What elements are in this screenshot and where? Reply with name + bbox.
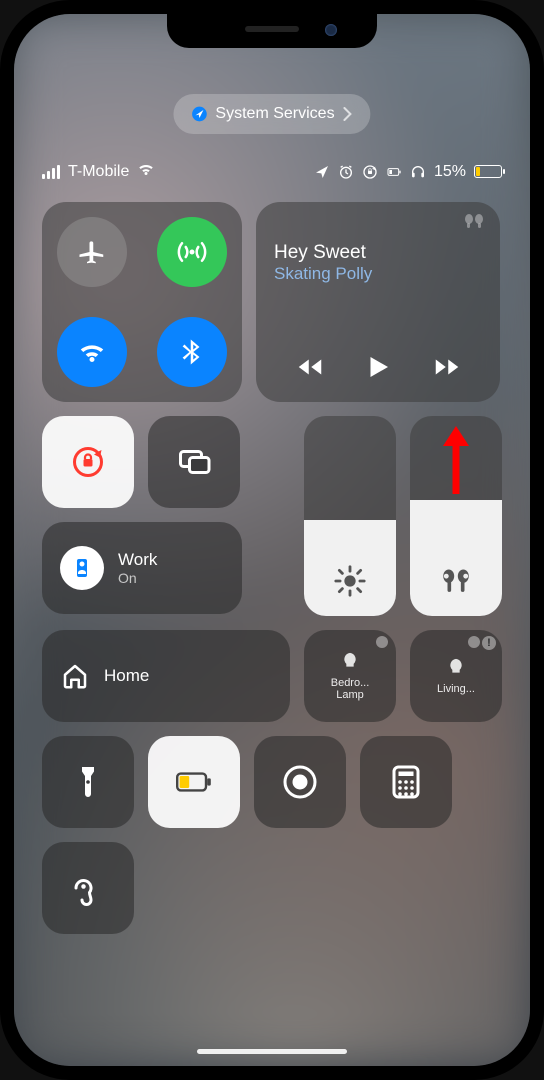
carrier-name: T-Mobile [68, 163, 129, 181]
banner-label: System Services [215, 105, 334, 123]
annotation-arrow [441, 426, 471, 501]
media-title: Hey Sweet [274, 242, 482, 264]
next-track-button[interactable] [432, 352, 462, 382]
connectivity-module[interactable] [42, 202, 242, 402]
flashlight-button[interactable] [42, 736, 134, 828]
location-status-icon [314, 164, 330, 180]
orientation-lock-status-icon [362, 164, 378, 180]
screen-mirroring-icon [176, 444, 212, 480]
status-dot-icon [468, 636, 480, 648]
previous-track-button[interactable] [295, 352, 325, 382]
home-accessory-1-label: Living... [437, 683, 475, 695]
volume-fill [410, 500, 502, 616]
play-button[interactable] [363, 352, 393, 382]
airpods-icon [439, 564, 473, 598]
calculator-button[interactable] [360, 736, 452, 828]
screen-mirroring-button[interactable] [148, 416, 240, 508]
headphones-status-icon [410, 164, 426, 180]
screen-record-button[interactable] [254, 736, 346, 828]
low-power-status-icon [386, 164, 402, 180]
alert-dot-icon: ! [482, 636, 496, 650]
battery-icon [474, 165, 502, 178]
brightness-icon [333, 564, 367, 598]
hearing-button[interactable] [42, 842, 134, 934]
orientation-lock-icon [70, 444, 106, 480]
home-accessory-0-label: Bedro... Lamp [331, 677, 370, 701]
home-label: Home [104, 666, 149, 686]
brightness-slider[interactable] [304, 416, 396, 616]
wifi-icon [77, 337, 107, 367]
airplane-mode-toggle[interactable] [57, 217, 127, 287]
home-indicator[interactable] [197, 1049, 347, 1054]
airplane-icon [77, 237, 107, 267]
control-center: Hey Sweet Skating Polly [42, 202, 502, 948]
low-power-toggle[interactable] [148, 736, 240, 828]
focus-work-icon [70, 556, 94, 580]
status-dot-icon [376, 636, 388, 648]
flashlight-icon [70, 764, 106, 800]
alarm-status-icon [338, 164, 354, 180]
device-frame: System Services T-Mobile [0, 0, 544, 1080]
battery-icon [176, 764, 212, 800]
lightbulb-icon [445, 657, 467, 679]
lightbulb-icon [339, 651, 361, 673]
focus-button[interactable]: Work On [42, 522, 242, 614]
calculator-icon [388, 764, 424, 800]
bluetooth-icon [177, 337, 207, 367]
recent-location-banner[interactable]: System Services [173, 94, 370, 134]
media-artist: Skating Polly [274, 264, 482, 284]
audio-route-icon [462, 214, 486, 231]
location-arrow-icon [191, 106, 207, 122]
home-accessory-1[interactable]: ! Living... [410, 630, 502, 722]
home-accessory-0[interactable]: Bedro... Lamp [304, 630, 396, 722]
notch [167, 14, 377, 48]
wifi-status-icon [137, 162, 155, 181]
home-button[interactable]: Home [42, 630, 290, 722]
home-icon [60, 661, 90, 691]
ear-icon [70, 870, 106, 906]
bluetooth-toggle[interactable] [157, 317, 227, 387]
earpiece [245, 26, 299, 32]
media-module[interactable]: Hey Sweet Skating Polly [256, 202, 500, 402]
volume-slider[interactable] [410, 416, 502, 616]
screen: System Services T-Mobile [14, 14, 530, 1066]
antenna-icon [177, 237, 207, 267]
cellular-signal-icon [42, 165, 60, 179]
status-bar: T-Mobile 15% [14, 162, 530, 181]
orientation-lock-toggle[interactable] [42, 416, 134, 508]
focus-name: Work [118, 550, 157, 570]
front-camera [325, 24, 337, 36]
focus-state: On [118, 570, 157, 586]
battery-percentage: 15% [434, 163, 466, 181]
record-icon [282, 764, 318, 800]
cellular-data-toggle[interactable] [157, 217, 227, 287]
wifi-toggle[interactable] [57, 317, 127, 387]
chevron-right-icon [343, 107, 353, 121]
